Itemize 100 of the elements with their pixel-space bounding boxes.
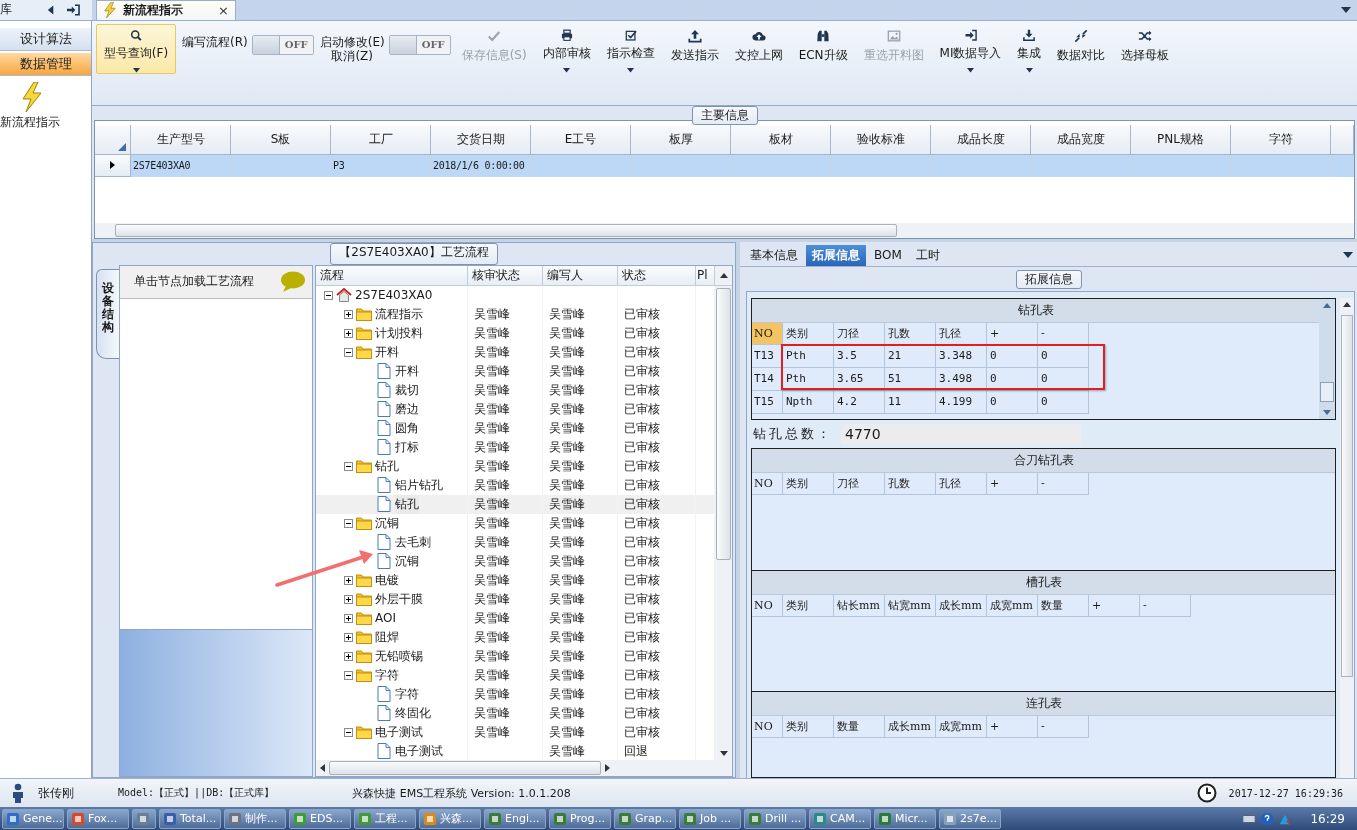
column-header[interactable]: -	[1038, 473, 1089, 496]
expand-icon[interactable]	[344, 328, 353, 338]
tree-row[interactable]: 钻孔 吴雪峰 吴雪峰 已审核	[316, 494, 715, 514]
column-header[interactable]: 编写人	[543, 265, 618, 285]
row-header[interactable]	[95, 154, 131, 177]
tree-row[interactable]: 开料 吴雪峰 吴雪峰 已审核	[316, 361, 715, 381]
ribbon-button[interactable]: 数据对比	[1052, 23, 1111, 74]
tree-row[interactable]: 计划投料 吴雪峰 吴雪峰 已审核	[316, 323, 715, 343]
column-header[interactable]: 刀径	[834, 473, 885, 496]
column-header[interactable]: 钻长mm	[834, 594, 885, 617]
column-header[interactable]: 成长mm	[936, 594, 987, 617]
tree-row[interactable]: 钻孔 吴雪峰 吴雪峰 已审核	[316, 456, 715, 476]
column-header[interactable]: -	[1140, 594, 1191, 617]
column-header[interactable]: 工厂	[331, 124, 431, 155]
column-header[interactable]: 字符	[1231, 124, 1331, 155]
document-tab[interactable]: 新流程指示 ×	[96, 0, 236, 20]
tree-row[interactable]: 打标 吴雪峰 吴雪峰 已审核	[316, 437, 715, 457]
taskbar-clock[interactable]: 16:29	[1310, 811, 1345, 826]
ribbon-button[interactable]: 型号查询(F)	[96, 23, 176, 74]
ribbon-button[interactable]: 选择母板	[1116, 23, 1175, 74]
column-header[interactable]: E工号	[531, 124, 631, 155]
expand-icon[interactable]	[344, 613, 353, 623]
toggle-switch[interactable]: OFF	[388, 34, 451, 55]
column-header[interactable]: 类别	[783, 322, 834, 345]
column-header[interactable]: +	[987, 473, 1038, 496]
column-header[interactable]: 成品宽度	[1031, 124, 1131, 155]
scrollbar-thumb[interactable]	[329, 760, 601, 775]
tree-row[interactable]: 字符 吴雪峰 吴雪峰 已审核	[316, 684, 715, 704]
sidebar-item[interactable]: 数据管理	[0, 52, 91, 76]
lightning-icon[interactable]	[20, 81, 44, 112]
tree-row[interactable]: 2S7E403XA0	[316, 285, 715, 305]
scrollbar-thumb[interactable]	[1320, 382, 1334, 403]
column-header[interactable]: NO	[752, 594, 783, 617]
column-header[interactable]: 孔数	[885, 322, 936, 345]
column-header[interactable]: 类别	[783, 716, 834, 739]
scroll-down-icon[interactable]	[719, 750, 728, 756]
taskbar-button[interactable]: 兴森...	[419, 808, 481, 829]
tree-row[interactable]: 阻焊 吴雪峰 吴雪峰 已审核	[316, 627, 715, 647]
collapse-icon[interactable]	[344, 347, 353, 357]
column-header[interactable]: +	[1089, 594, 1140, 617]
expand-icon[interactable]	[344, 594, 353, 604]
scrollbar-thumb[interactable]	[115, 223, 897, 237]
column-header[interactable]: 数量	[834, 716, 885, 739]
tree-row[interactable]: 裁切 吴雪峰 吴雪峰 已审核	[316, 380, 715, 400]
column-header[interactable]: +	[987, 322, 1038, 345]
taskbar-button[interactable]: Engi...	[484, 808, 546, 829]
scrollbar-thumb[interactable]	[1341, 314, 1353, 677]
shortcut-label[interactable]: 新流程指示	[0, 113, 60, 131]
expand-icon[interactable]	[344, 575, 353, 585]
taskbar-button[interactable]: 制作...	[224, 808, 286, 829]
tree-row[interactable]: AOI 吴雪峰 吴雪峰 已审核	[316, 608, 715, 628]
scroll-right-icon[interactable]	[605, 763, 610, 772]
scroll-up-icon[interactable]	[719, 272, 728, 278]
vertical-tab[interactable]: 设备结构	[96, 268, 119, 359]
caret-icon[interactable]	[1341, 7, 1351, 13]
table-row[interactable]: 2S7E403XA0 P3 2018/1/6 0:00:00	[95, 154, 1354, 177]
taskbar-button[interactable]: 2s7e...	[939, 808, 1001, 829]
column-header[interactable]: -	[1038, 322, 1089, 345]
column-header[interactable]: 核审状态	[468, 265, 543, 285]
collapse-icon[interactable]	[344, 670, 353, 680]
taskbar-button[interactable]: Gene...	[2, 808, 64, 829]
collapse-icon[interactable]	[344, 461, 353, 471]
column-header[interactable]: NO	[752, 716, 783, 739]
column-header[interactable]: 流程	[316, 265, 468, 285]
tree-row[interactable]: 字符 吴雪峰 吴雪峰 已审核	[316, 665, 715, 685]
column-header[interactable]: -	[1038, 716, 1089, 739]
collapse-icon[interactable]	[344, 727, 353, 737]
column-header[interactable]: 孔径	[936, 473, 987, 496]
column-header[interactable]: 成宽mm	[936, 716, 987, 739]
column-header[interactable]: 刀径	[834, 322, 885, 345]
tree-row[interactable]: 终固化 吴雪峰 吴雪峰 已审核	[316, 703, 715, 723]
back-icon[interactable]	[46, 3, 56, 16]
expand-icon[interactable]	[344, 309, 353, 319]
taskbar-button[interactable]: CAM...	[809, 808, 871, 829]
ribbon-button[interactable]: MI数据导入	[934, 23, 1007, 74]
tab[interactable]: 拓展信息	[806, 244, 866, 266]
collapse-icon[interactable]	[344, 518, 353, 528]
taskbar-button[interactable]: Micr...	[874, 808, 936, 829]
ribbon-button[interactable]: 内部审核	[537, 23, 596, 74]
column-header[interactable]: 钻宽mm	[885, 594, 936, 617]
taskbar-button[interactable]: Job ...	[679, 808, 741, 829]
tree-row[interactable]: 去毛刺 吴雪峰 吴雪峰 已审核	[316, 532, 715, 552]
scrollbar-thumb[interactable]	[716, 287, 731, 560]
tree-row[interactable]: 电子测试 吴雪峰 吴雪峰 已审核	[316, 722, 715, 742]
column-header[interactable]: 交货日期	[431, 124, 531, 155]
collapse-icon[interactable]	[324, 290, 333, 300]
tree-row[interactable]: 开料 吴雪峰 吴雪峰 已审核	[316, 342, 715, 362]
close-button[interactable]: ×	[218, 2, 229, 18]
ribbon-button[interactable]: 集成	[1012, 23, 1047, 74]
tab[interactable]: 工时	[909, 244, 946, 266]
taskbar-button[interactable]: Drill ...	[744, 808, 806, 829]
sidebar-item[interactable]: 设计算法	[0, 27, 91, 51]
ribbon-button[interactable]: 文控上网	[729, 23, 788, 74]
column-header[interactable]: 成品长度	[931, 124, 1031, 155]
tree-row[interactable]: 沉铜 吴雪峰 吴雪峰 已审核	[316, 513, 715, 533]
column-header[interactable]: 状态	[618, 265, 696, 285]
tab[interactable]: BOM	[868, 244, 908, 266]
tree-row[interactable]: 铝片钻孔 吴雪峰 吴雪峰 已审核	[316, 475, 715, 495]
column-header[interactable]: 类别	[783, 473, 834, 496]
toggle-switch[interactable]: OFF	[251, 34, 314, 55]
